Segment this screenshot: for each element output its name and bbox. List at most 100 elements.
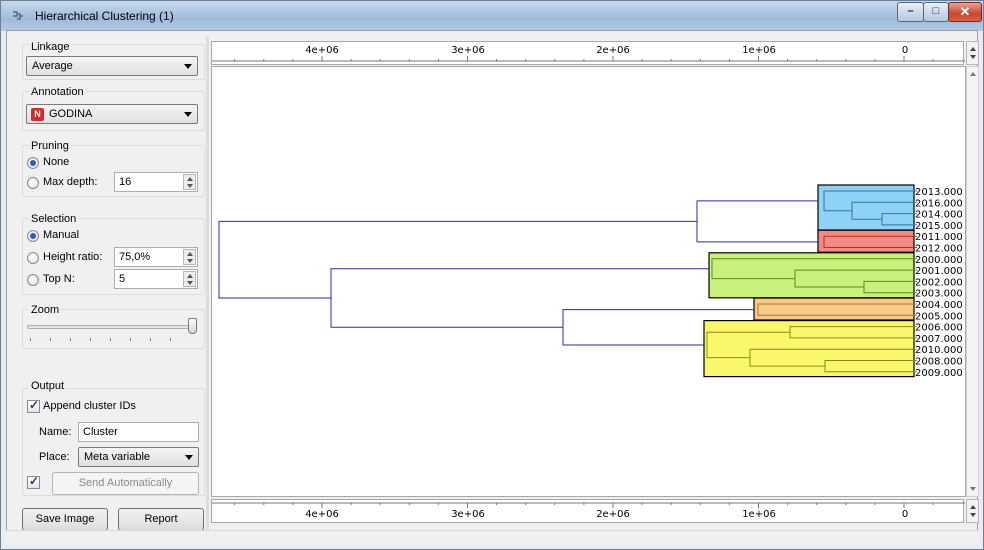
top-axis: 4e+06 3e+06 2e+06 1e+06 0 [211,41,965,65]
axis-tick-label: 3e+06 [451,45,485,56]
close-button[interactable]: ✕ [948,2,982,22]
max-depth-value: 16 [119,176,132,188]
axis-tick-label: 1e+06 [742,509,776,520]
save-image-button[interactable]: Save Image [22,508,108,531]
zoom-label: Zoom [29,304,62,316]
manual-label: Manual [43,229,80,241]
spin-arrows-icon[interactable] [183,271,196,287]
slider-tick [30,338,31,341]
max-depth-spinbox[interactable]: 16 [114,172,198,192]
height-ratio-spinbox[interactable]: 75,0% [114,247,198,267]
cluster-highlight[interactable] [753,297,915,321]
leaf-label: 2012.000 [915,244,963,255]
status-bar [6,530,978,544]
radio-indicator [27,177,39,189]
bottom-axis-spin[interactable] [966,499,979,523]
maximize-button[interactable]: □ [923,2,949,22]
leaf-label: 2004.000 [915,300,963,311]
radio-indicator [27,230,39,242]
top-n-spinbox[interactable]: 5 [114,269,198,289]
cluster-highlight[interactable] [703,320,915,378]
dendrogram-plot[interactable]: 2013.0002016.0002014.0002015.0002011.000… [212,67,965,496]
linkage-combo[interactable]: Average [26,56,198,76]
radio-indicator [27,274,39,286]
cluster-highlight[interactable] [817,229,915,253]
annotation-label: Annotation [29,86,86,98]
leaf-label: 2007.000 [915,334,963,345]
append-cluster-ids-checkbox[interactable] [27,398,40,413]
zoom-slider-handle[interactable] [188,318,197,334]
append-cluster-ids-label: Append cluster IDs [43,400,136,412]
leaf-label: 2013.000 [915,187,963,198]
dendrogram-link[interactable] [696,200,818,243]
place-combo[interactable]: Meta variable [78,447,199,467]
cluster-name-input[interactable]: Cluster [78,422,199,442]
chevron-down-icon [185,455,193,460]
leaf-label: 2006.000 [915,323,963,334]
zoom-slider-track[interactable] [27,325,192,329]
maximize-icon: □ [932,5,940,17]
top-axis-spin[interactable] [966,41,979,65]
radio-indicator [27,252,39,264]
leaf-label: 2002.000 [915,277,963,288]
cluster-name-value: Cluster [83,426,118,438]
output-label: Output [29,380,67,392]
leaf-label: 2015.000 [915,221,963,232]
window-title: Hierarchical Clustering (1) [35,9,174,23]
axis-tick-label: 2e+06 [596,45,630,56]
scroll-up-icon[interactable] [970,72,976,76]
leaf-label: 2016.000 [915,198,963,209]
axis-tick-label: 1e+06 [742,45,776,56]
dendrogram-link[interactable] [218,220,697,299]
cluster-highlight[interactable] [708,252,915,299]
linkage-label: Linkage [29,41,72,53]
cluster-highlight[interactable] [817,184,915,231]
height-ratio-value: 75,0% [119,251,151,263]
annotation-combo[interactable]: N GODINA [26,104,198,124]
minimize-icon: – [907,5,914,17]
top-n-label: Top N: [43,273,75,285]
spin-arrows-icon[interactable] [183,174,196,190]
leaf-label: 2008.000 [915,357,963,368]
bottom-axis-ticks: 4e+06 3e+06 2e+06 1e+06 0 [212,502,965,520]
leaf-label: 2001.000 [915,266,963,277]
height-ratio-label: Height ratio: [43,251,103,263]
leaf-label: 2005.000 [915,311,963,322]
top-axis-ticks: 4e+06 3e+06 2e+06 1e+06 0 [212,45,965,62]
close-icon: ✕ [959,4,971,19]
slider-tick [130,338,131,341]
max-depth-label: Max depth: [43,176,98,188]
axis-tick-label: 0 [902,45,908,56]
slider-tick [170,338,171,341]
dendrogram-canvas[interactable]: 2013.000 2016.000 2014.000 2015.000 2011.000… [211,66,966,497]
pruning-label: Pruning [29,140,71,152]
axis-tick-label: 2e+06 [596,509,630,520]
slider-tick [150,338,151,341]
leaf-label: 2000.000 [915,255,963,266]
scroll-down-icon[interactable] [970,487,976,491]
place-value: Meta variable [84,451,151,463]
spin-arrows-icon[interactable] [183,249,196,265]
minimize-button[interactable]: – [897,2,924,22]
name-label: Name: [39,426,72,438]
chevron-down-icon [184,64,192,69]
slider-tick [90,338,91,341]
axis-tick-label: 4e+06 [305,509,339,520]
send-automatically-button[interactable]: Send Automatically [52,472,199,495]
vertical-scrollbar[interactable] [966,66,979,497]
send-automatically-checkbox[interactable] [27,474,40,489]
annotation-value: GODINA [49,108,93,120]
axis-tick-label: 3e+06 [451,509,485,520]
pruning-none-label: None [43,156,70,168]
chevron-down-icon [184,112,192,117]
title-bar[interactable]: Hierarchical Clustering (1) – □ ✕ [1,1,983,31]
dendrogram-link[interactable] [330,268,709,328]
panel-splitter[interactable] [206,37,209,531]
numeric-variable-icon: N [31,108,44,121]
axis-tick-label: 0 [902,509,908,520]
slider-tick [70,338,71,341]
leaf-label: 2003.000 [915,289,963,300]
report-button[interactable]: Report [118,508,204,531]
radio-indicator [27,157,39,169]
top-n-value: 5 [119,273,126,285]
